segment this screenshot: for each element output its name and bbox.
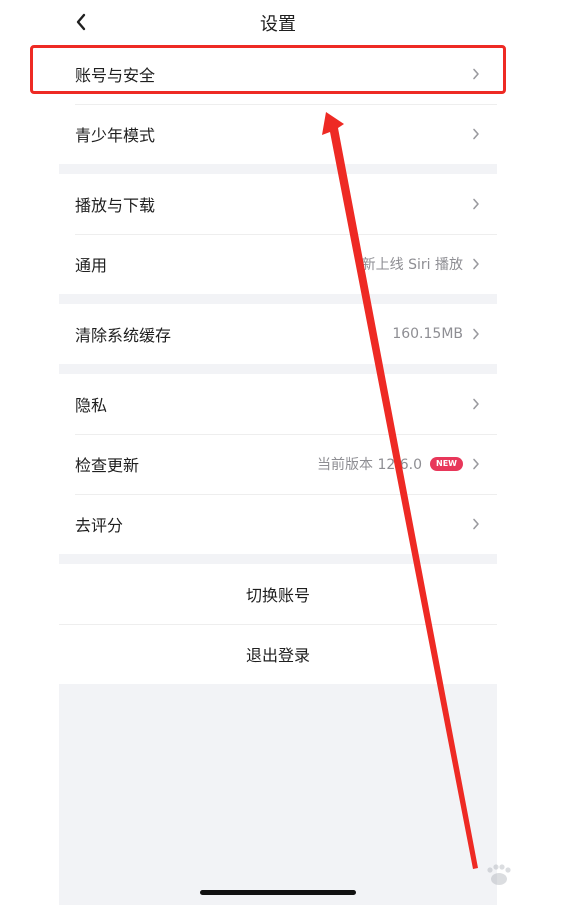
chevron-right-icon <box>471 327 481 341</box>
chevron-right-icon <box>471 257 481 271</box>
row-label: 隐私 <box>75 396 108 415</box>
switch-account-button[interactable]: 切换账号 <box>59 564 497 624</box>
row-label: 通用 <box>75 256 108 275</box>
row-playback-download[interactable]: 播放与下载 <box>59 174 497 234</box>
chevron-right-icon <box>471 67 481 81</box>
row-label: 青少年模式 <box>75 126 156 145</box>
chevron-right-icon <box>471 397 481 411</box>
back-button[interactable] <box>67 6 95 38</box>
row-value: 新上线 Siri 播放 <box>361 257 463 273</box>
row-label: 账号与安全 <box>75 66 156 85</box>
settings-group-playback: 播放与下载 通用 新上线 Siri 播放 <box>59 174 497 294</box>
settings-group-actions: 切换账号 退出登录 <box>59 564 497 684</box>
row-label: 去评分 <box>75 516 124 535</box>
settings-group-cache: 清除系统缓存 160.15MB <box>59 304 497 364</box>
group-divider <box>59 364 497 374</box>
row-value: 当前版本 12.6.0 <box>317 457 423 473</box>
row-general[interactable]: 通用 新上线 Siri 播放 <box>59 234 497 294</box>
group-divider <box>59 164 497 174</box>
chevron-left-icon <box>76 13 86 31</box>
group-divider <box>59 294 497 304</box>
row-teen-mode[interactable]: 青少年模式 <box>59 104 497 164</box>
row-label: 播放与下载 <box>75 196 156 215</box>
settings-screen: 设置 账号与安全 青少年模式 播放与下载 通用 新上线 Siri 播放 清除系统… <box>0 0 578 913</box>
row-label: 清除系统缓存 <box>75 326 172 345</box>
row-value: 160.15MB <box>392 326 463 342</box>
group-divider <box>59 554 497 564</box>
logout-button[interactable]: 退出登录 <box>59 624 497 684</box>
row-label: 检查更新 <box>75 456 140 475</box>
nav-bar: 设置 <box>59 0 497 44</box>
row-account-security[interactable]: 账号与安全 <box>59 44 497 104</box>
new-badge: NEW <box>430 457 463 471</box>
page-title: 设置 <box>260 14 296 35</box>
chevron-right-icon <box>471 517 481 531</box>
home-indicator <box>200 890 356 895</box>
chevron-right-icon <box>471 197 481 211</box>
settings-list: 账号与安全 青少年模式 播放与下载 通用 新上线 Siri 播放 清除系统缓存 … <box>59 44 497 905</box>
chevron-right-icon <box>471 457 481 471</box>
row-check-update[interactable]: 检查更新 当前版本 12.6.0 NEW <box>59 434 497 494</box>
chevron-right-icon <box>471 127 481 141</box>
settings-group-account: 账号与安全 青少年模式 <box>59 44 497 164</box>
settings-group-about: 隐私 检查更新 当前版本 12.6.0 NEW 去评分 <box>59 374 497 554</box>
row-privacy[interactable]: 隐私 <box>59 374 497 434</box>
row-clear-cache[interactable]: 清除系统缓存 160.15MB <box>59 304 497 364</box>
row-rate-app[interactable]: 去评分 <box>59 494 497 554</box>
